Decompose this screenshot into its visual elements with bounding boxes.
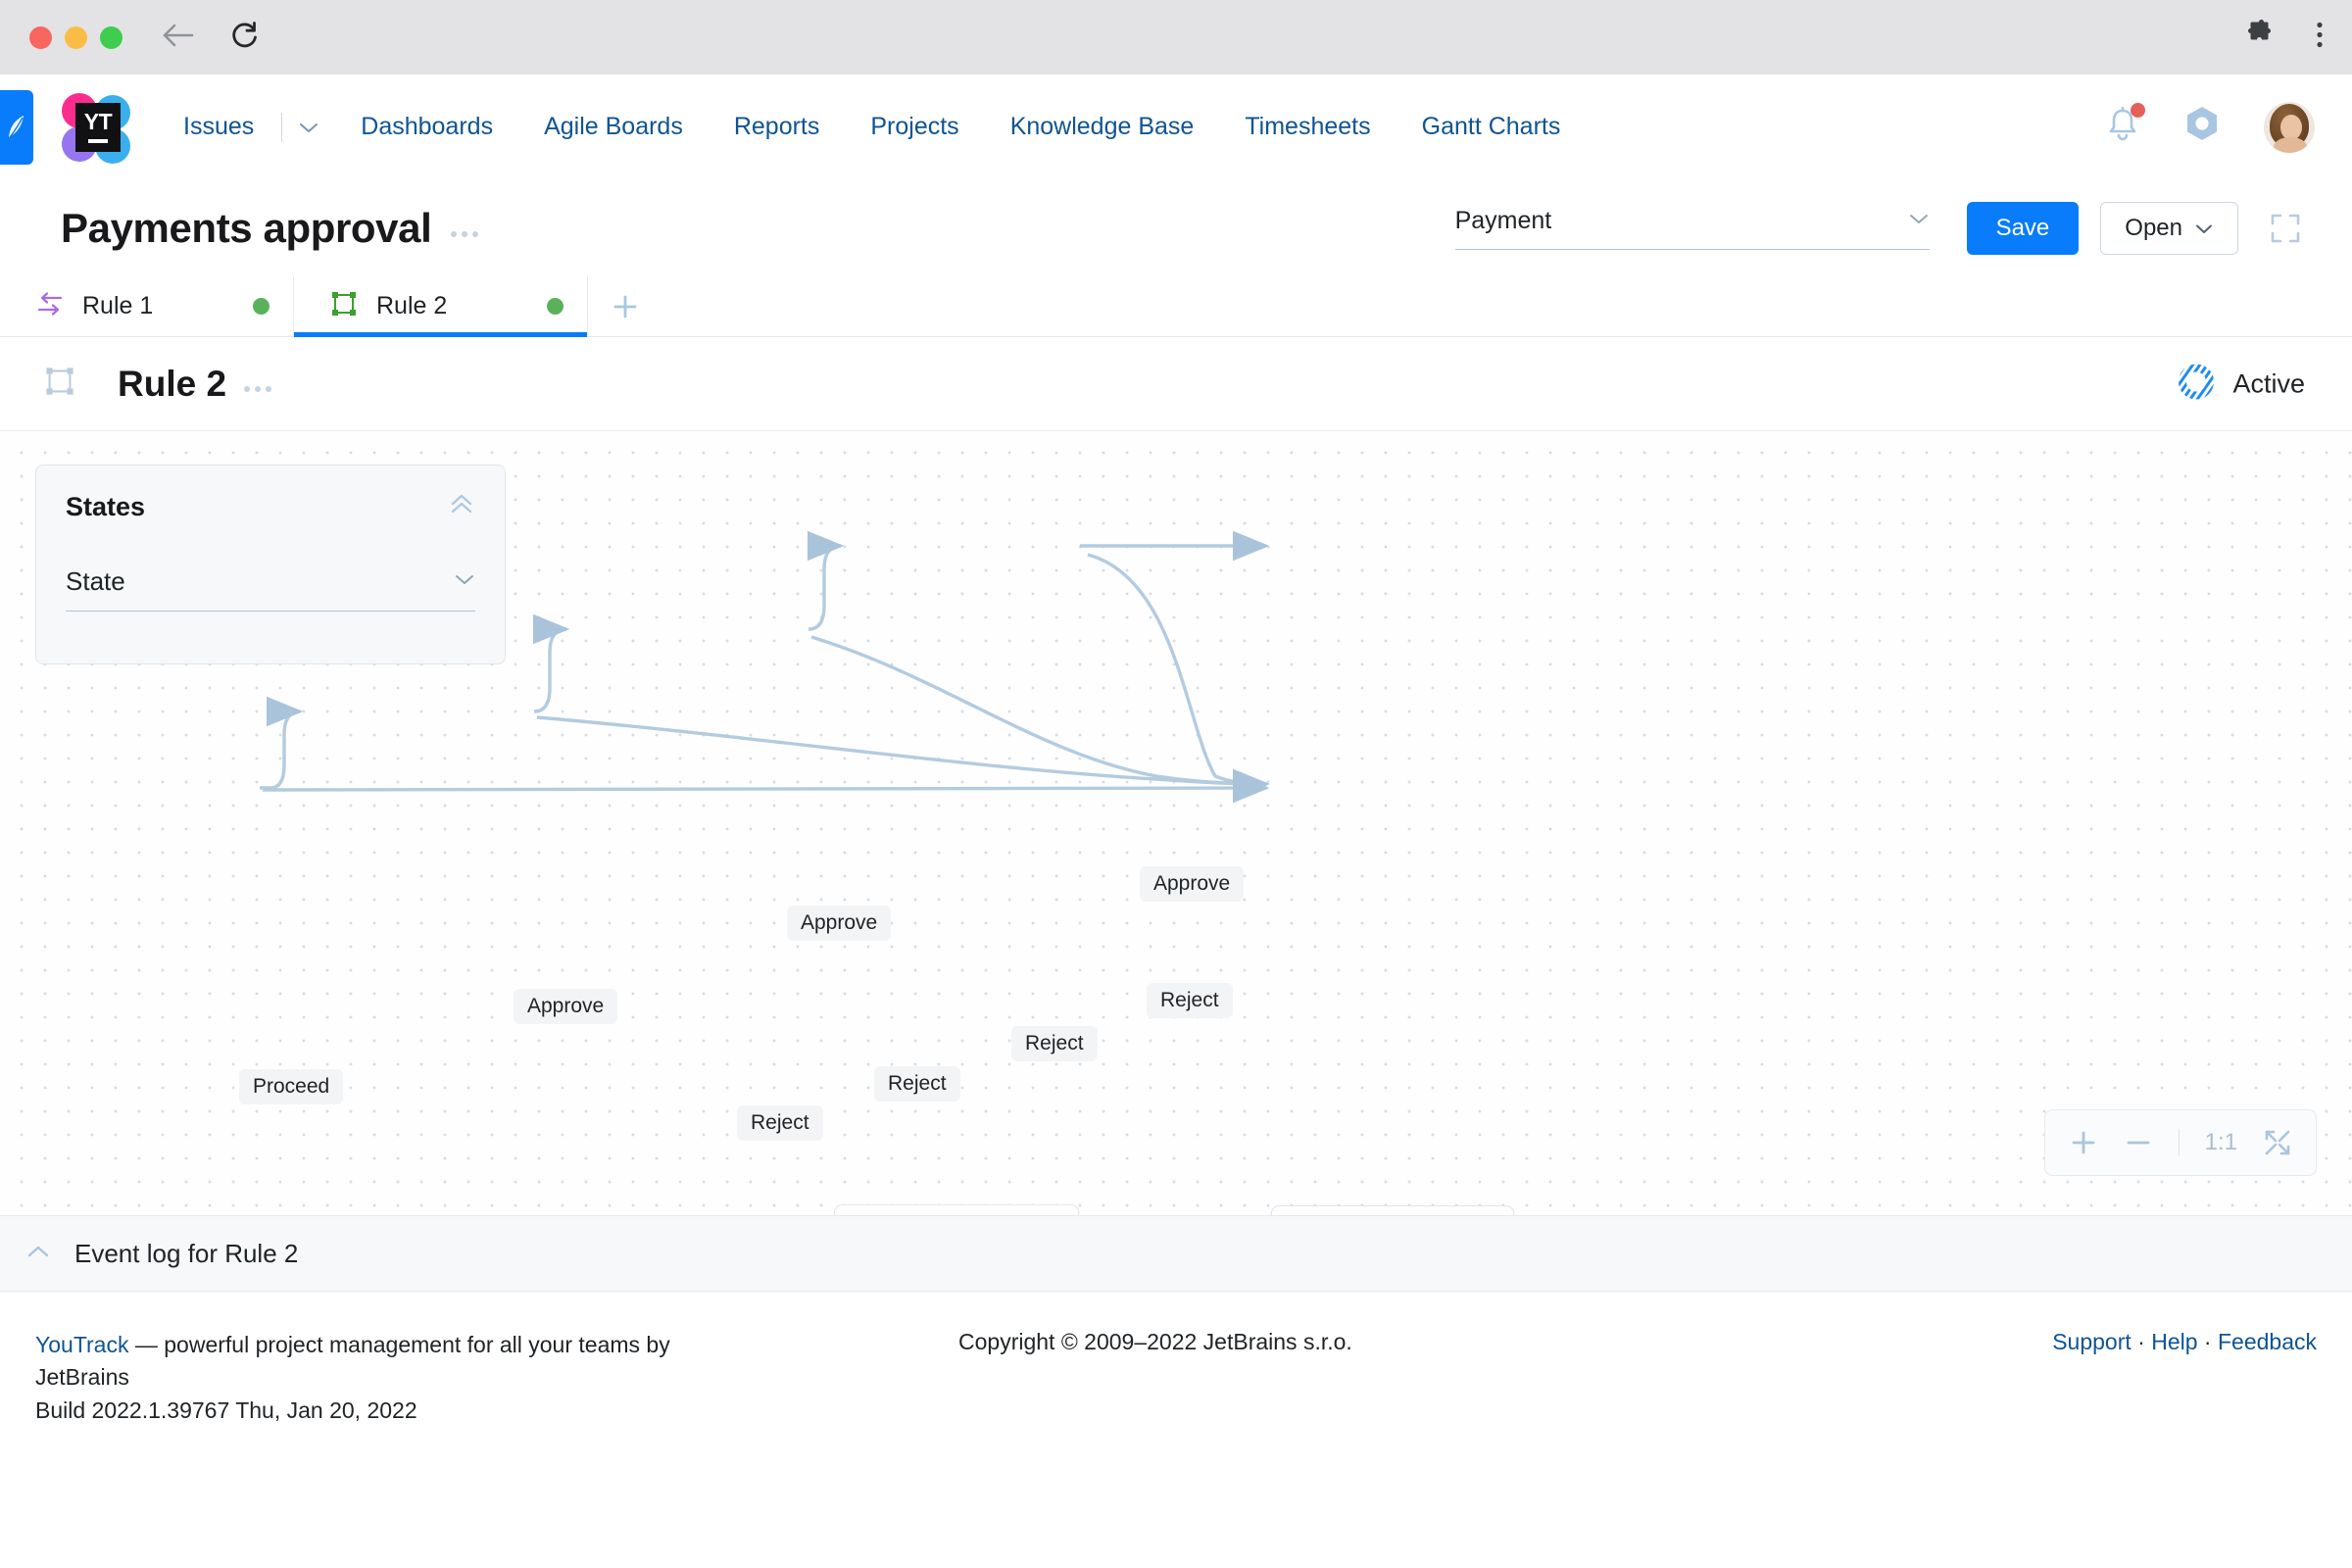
close-window-button[interactable] (29, 25, 52, 49)
workflow-edges (260, 530, 1270, 804)
zoom-in-button[interactable] (2069, 1128, 2098, 1157)
notification-bell-icon[interactable] (2105, 103, 2145, 148)
tab-rule-1-status-badge (253, 298, 270, 315)
tab-rule-1-label: Rule 1 (82, 292, 154, 319)
zoom-divider (2178, 1129, 2180, 1156)
edge-label-approve-operations-approved[interactable]: Approve (1140, 866, 1245, 902)
footer-link-separator: · (2197, 1329, 2218, 1354)
footer-build: Build 2022.1.39767 Thu, Jan 20, 2022 (35, 1396, 417, 1423)
nav-item-timesheets[interactable]: Timesheets (1219, 113, 1396, 141)
footer-link-support[interactable]: Support (2052, 1329, 2132, 1354)
nav-item-gantt-charts[interactable]: Gantt Charts (1396, 113, 1587, 141)
page-footer: YouTrack — powerful project management f… (0, 1292, 2352, 1448)
rule-header: Rule 2 Active (0, 337, 2352, 431)
edge-label-approve-team-accounting[interactable]: Approve (514, 989, 618, 1024)
edge-label-reject-team[interactable]: Reject (874, 1066, 960, 1102)
edge-open-team (260, 696, 304, 790)
open-dropdown-button[interactable]: Open (2100, 202, 2238, 255)
nav-item-dashboards[interactable]: Dashboards (335, 113, 518, 141)
node-approved[interactable]: A Approved (1271, 1205, 1514, 1215)
gear-hex-icon[interactable] (2181, 104, 2223, 150)
state-machine-icon (43, 365, 76, 403)
minimize-window-button[interactable] (65, 25, 87, 49)
nav-item-agile-boards[interactable]: Agile Boards (518, 113, 709, 141)
edge-accounting-rejected (810, 635, 1270, 800)
footer-link-separator: · (2131, 1329, 2152, 1354)
transition-arrows-icon (35, 289, 65, 323)
footer-youtrack-link[interactable]: YouTrack (35, 1332, 128, 1357)
footer-brand-line: YouTrack — powerful project management f… (35, 1329, 760, 1427)
nav-divider (281, 112, 283, 142)
edge-open-rejected (262, 772, 1270, 804)
page-title: Payments approval (61, 205, 432, 251)
open-dropdown-label: Open (2125, 215, 2182, 241)
rule-tabs: Rule 1 Rule 2 (0, 276, 2352, 337)
edge-operations-rejected (1087, 553, 1270, 800)
youtrack-logo[interactable]: YT (56, 89, 132, 166)
youtrack-logo-mark: YT (75, 102, 121, 152)
edge-accounting-operations (807, 530, 845, 631)
edge-label-reject-accounting[interactable]: Reject (1011, 1026, 1098, 1061)
footer-tagline: — powerful project management for all yo… (35, 1332, 670, 1391)
chevron-down-icon (2194, 215, 2214, 242)
edge-team-accounting (532, 613, 570, 713)
rule-more-icon[interactable] (244, 376, 272, 392)
reload-icon[interactable] (230, 21, 260, 55)
zoom-ratio-label[interactable]: 1:1 (2205, 1129, 2237, 1156)
zoom-controls: 1:1 (2043, 1109, 2317, 1176)
rule-title: Rule 2 (118, 363, 227, 404)
node-operations-approval[interactable]: O Operations approval (834, 1204, 1079, 1215)
zoom-out-button[interactable] (2124, 1128, 2153, 1157)
nav-item-knowledge-base[interactable]: Knowledge Base (985, 113, 1220, 141)
add-rule-button[interactable] (588, 276, 662, 336)
fullscreen-icon[interactable] (2270, 213, 2301, 244)
active-spinner-icon (2176, 361, 2217, 407)
avatar-body (2274, 136, 2307, 153)
workflow-select-value: Payment (1454, 207, 1552, 234)
chevron-down-icon (1908, 212, 1930, 230)
window-traffic-lights (29, 25, 122, 49)
chevron-up-icon[interactable] (25, 1244, 51, 1264)
browser-chrome (0, 0, 2352, 74)
nav-item-reports[interactable]: Reports (709, 113, 846, 141)
nav-item-issues-group: Issues (175, 112, 335, 142)
nav-item-projects[interactable]: Projects (845, 113, 984, 141)
youtrack-feather-tab[interactable] (0, 90, 33, 165)
footer-copyright: Copyright © 2009–2022 JetBrains s.r.o. (958, 1329, 1352, 1354)
footer-link-feedback[interactable]: Feedback (2218, 1329, 2317, 1354)
state-machine-icon (329, 289, 359, 323)
tab-rule-2[interactable]: Rule 2 (294, 276, 588, 337)
tab-rule-2-status-badge (547, 298, 564, 315)
event-log-bar[interactable]: Event log for Rule 2 (0, 1215, 2352, 1292)
tab-rule-1[interactable]: Rule 1 (0, 276, 294, 336)
edge-label-proceed-open-team[interactable]: Proceed (239, 1069, 344, 1104)
nav-item-issues[interactable]: Issues (175, 113, 279, 141)
notification-badge (2131, 103, 2145, 118)
user-avatar[interactable] (2264, 101, 2315, 153)
workflow-select[interactable]: Payment (1454, 207, 1930, 250)
extensions-puzzle-icon[interactable] (2244, 20, 2276, 56)
page-header: Payments approval Payment Save Open (0, 180, 2352, 276)
maximize-window-button[interactable] (100, 25, 122, 49)
browser-menu-icon[interactable] (2315, 20, 2325, 56)
edge-team-rejected (536, 715, 1270, 800)
save-button[interactable]: Save (1966, 202, 2080, 255)
footer-links: Support · Help · Feedback (2052, 1329, 2317, 1355)
footer-link-help[interactable]: Help (2151, 1329, 2197, 1354)
page-title-more-icon[interactable] (451, 220, 479, 237)
workflow-canvas[interactable]: States State Approve Approve Reject Appr… (0, 431, 2352, 1215)
edge-label-approve-accounting-operations[interactable]: Approve (787, 906, 892, 941)
rule-status-label: Active (2232, 368, 2305, 398)
back-arrow-icon[interactable] (162, 21, 195, 55)
top-navigation-bar: YT Issues Dashboards Agile Boards Report… (0, 74, 2352, 180)
youtrack-logo-text: YT (83, 109, 113, 134)
youtrack-logo-underscore (88, 139, 108, 143)
fit-to-screen-icon[interactable] (2263, 1128, 2292, 1157)
edge-label-reject-open[interactable]: Reject (737, 1105, 823, 1141)
edge-label-reject-operations[interactable]: Reject (1147, 983, 1233, 1018)
main-nav-links: Issues Dashboards Agile Boards Reports P… (175, 112, 1587, 142)
tab-rule-2-label: Rule 2 (376, 292, 448, 319)
chevron-down-icon[interactable] (284, 121, 335, 134)
event-log-label: Event log for Rule 2 (74, 1238, 299, 1268)
